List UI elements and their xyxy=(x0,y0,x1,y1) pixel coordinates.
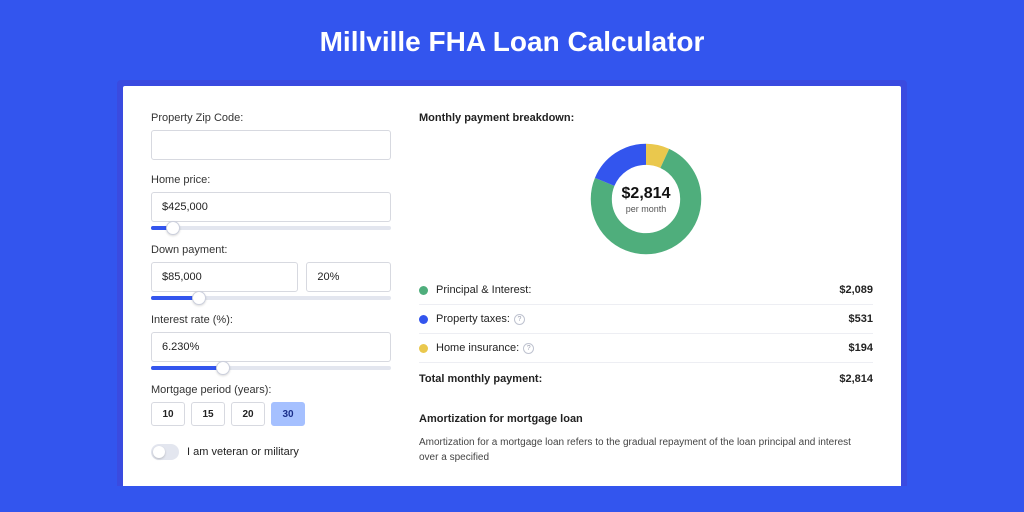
calculator-panel: Property Zip Code: Home price: Down paym… xyxy=(123,86,901,486)
form-column: Property Zip Code: Home price: Down paym… xyxy=(151,112,391,486)
legend-value: $531 xyxy=(849,313,873,325)
legend-value: $194 xyxy=(849,342,873,354)
legend-label: Principal & Interest: xyxy=(436,284,839,296)
legend-value: $2,089 xyxy=(839,284,873,296)
home-price-field: Home price: xyxy=(151,174,391,230)
down-payment-input[interactable] xyxy=(151,262,298,292)
interest-field: Interest rate (%): xyxy=(151,314,391,370)
period-field: Mortgage period (years): 10152030 xyxy=(151,384,391,426)
amortization-section: Amortization for mortgage loan Amortizat… xyxy=(419,413,873,465)
total-label: Total monthly payment: xyxy=(419,373,839,385)
home-price-label: Home price: xyxy=(151,174,391,186)
down-payment-label: Down payment: xyxy=(151,244,391,256)
down-payment-slider[interactable] xyxy=(151,296,391,300)
interest-slider[interactable] xyxy=(151,366,391,370)
legend-label: Home insurance:? xyxy=(436,342,849,354)
info-icon[interactable]: ? xyxy=(523,343,534,354)
legend-row: Home insurance:?$194 xyxy=(419,334,873,363)
period-label: Mortgage period (years): xyxy=(151,384,391,396)
home-price-slider[interactable] xyxy=(151,226,391,230)
legend-label: Property taxes:? xyxy=(436,313,849,325)
page-title: Millville FHA Loan Calculator xyxy=(0,0,1024,80)
veteran-toggle[interactable] xyxy=(151,444,179,460)
total-value: $2,814 xyxy=(839,373,873,385)
down-payment-pct-input[interactable] xyxy=(306,262,391,292)
donut-amount: $2,814 xyxy=(622,185,671,203)
toggle-knob xyxy=(153,446,165,458)
interest-input[interactable] xyxy=(151,332,391,362)
legend-dot xyxy=(419,344,428,353)
legend-dot xyxy=(419,286,428,295)
period-button-20[interactable]: 20 xyxy=(231,402,265,426)
amortization-text: Amortization for a mortgage loan refers … xyxy=(419,435,873,465)
zip-label: Property Zip Code: xyxy=(151,112,391,124)
info-icon[interactable]: ? xyxy=(514,314,525,325)
home-price-input[interactable] xyxy=(151,192,391,222)
donut-wrap: $2,814 per month xyxy=(419,134,873,276)
donut-chart: $2,814 per month xyxy=(587,140,705,258)
amortization-title: Amortization for mortgage loan xyxy=(419,413,873,425)
zip-field: Property Zip Code: xyxy=(151,112,391,160)
donut-sub: per month xyxy=(626,204,667,214)
veteran-row: I am veteran or military xyxy=(151,444,391,460)
legend-row: Principal & Interest:$2,089 xyxy=(419,276,873,305)
legend-row: Property taxes:?$531 xyxy=(419,305,873,334)
legend-dot xyxy=(419,315,428,324)
period-button-10[interactable]: 10 xyxy=(151,402,185,426)
down-payment-field: Down payment: xyxy=(151,244,391,300)
veteran-label: I am veteran or military xyxy=(187,446,299,458)
zip-input[interactable] xyxy=(151,130,391,160)
breakdown-title: Monthly payment breakdown: xyxy=(419,112,873,124)
breakdown-column: Monthly payment breakdown: $2,814 per mo… xyxy=(419,112,873,486)
interest-label: Interest rate (%): xyxy=(151,314,391,326)
period-button-30[interactable]: 30 xyxy=(271,402,305,426)
total-row: Total monthly payment: $2,814 xyxy=(419,363,873,393)
panel-shadow: Property Zip Code: Home price: Down paym… xyxy=(117,80,907,486)
period-button-15[interactable]: 15 xyxy=(191,402,225,426)
